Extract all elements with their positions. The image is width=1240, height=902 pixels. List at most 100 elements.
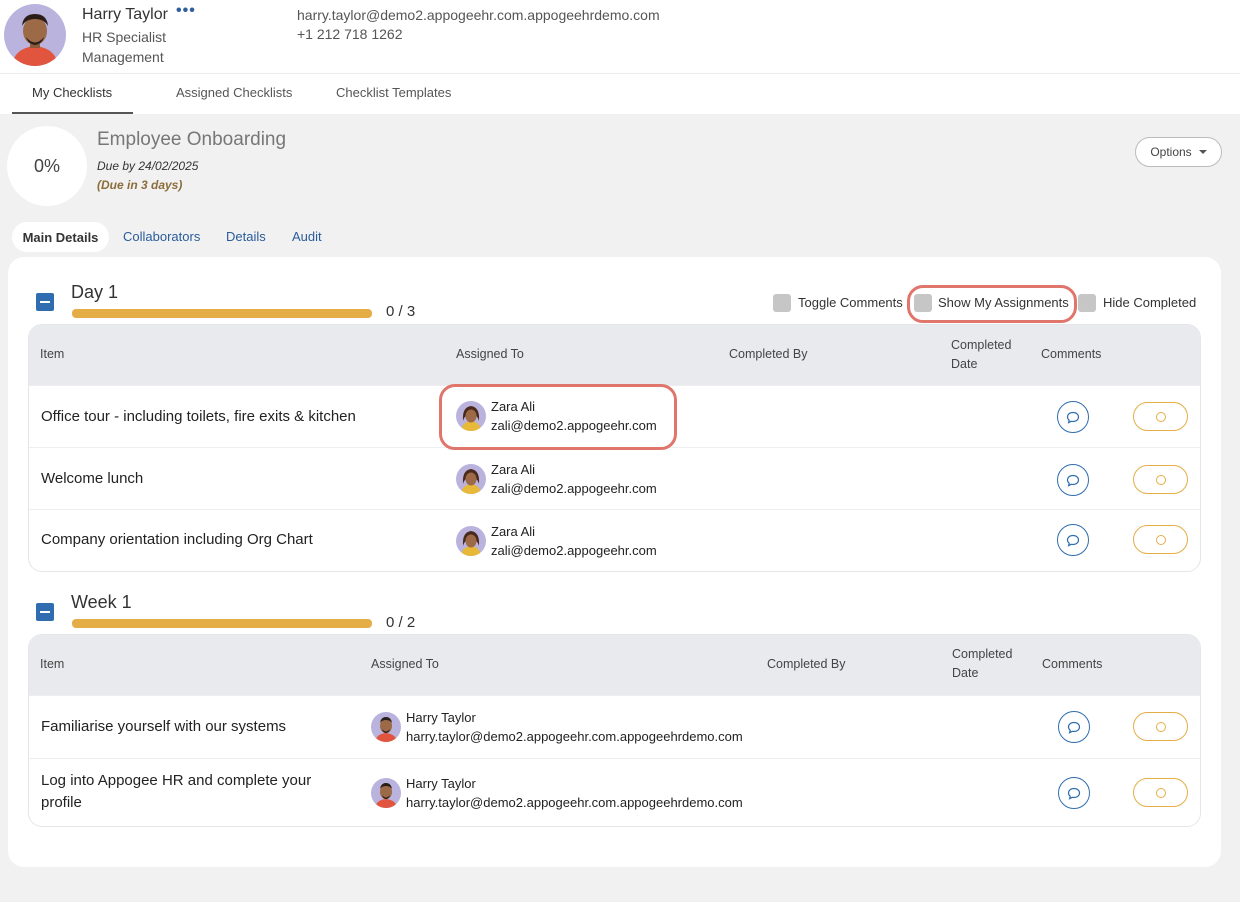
due-in: (Due in 3 days) — [97, 178, 183, 192]
avatar — [456, 401, 486, 431]
header-item: Item — [40, 347, 65, 361]
subtab-audit[interactable]: Audit — [292, 229, 322, 244]
section-count: 0 / 3 — [386, 303, 416, 320]
circle-icon — [1155, 474, 1166, 485]
checklist-title: Employee Onboarding — [97, 129, 287, 150]
assignee: Zara Ali zali@demo2.appogeehr.com — [456, 522, 657, 560]
comment-button[interactable] — [1057, 401, 1089, 433]
toggle-comments-label: Toggle Comments — [798, 295, 903, 310]
table-row: Welcome lunch Zara Ali zali@demo2.appogee… — [29, 447, 1200, 509]
header-assigned-to: Assigned To — [371, 657, 439, 671]
header-completed-by: Completed By — [729, 347, 808, 361]
comment-icon — [1066, 474, 1080, 487]
assignee: Zara Ali zali@demo2.appogeehr.com — [456, 397, 657, 435]
complete-toggle-button[interactable] — [1133, 465, 1188, 494]
avatar — [456, 464, 486, 494]
subtab-details[interactable]: Details — [226, 229, 266, 244]
table-row: Familiarise yourself with our systems Ha… — [29, 695, 1200, 758]
comment-button[interactable] — [1058, 777, 1090, 809]
tab-my-checklists[interactable]: My Checklists — [32, 85, 112, 100]
assignee-name: Zara Ali — [491, 524, 536, 539]
toggle-comments-checkbox[interactable] — [773, 294, 791, 312]
table-header: Item Assigned To Completed By Completed … — [29, 325, 1200, 385]
assignee-email: harry.taylor@demo2.appogeehr.com.appogee… — [406, 795, 743, 810]
collapse-icon[interactable] — [36, 293, 54, 311]
assignee-email: zali@demo2.appogeehr.com — [491, 481, 657, 496]
user-department: Management — [82, 49, 164, 65]
avatar — [456, 526, 486, 556]
header-comments: Comments — [1042, 657, 1103, 671]
checklist-table: Item Assigned To Completed By Completed … — [28, 634, 1201, 827]
header-completed-date: Completed Date — [951, 338, 1012, 371]
header-item: Item — [40, 657, 65, 671]
comment-button[interactable] — [1057, 524, 1089, 556]
user-role: HR Specialist — [82, 29, 167, 45]
assignee: Harry Taylor harry.taylor@demo2.appogeehr… — [371, 708, 743, 746]
subtab-main-details[interactable]: Main Details — [12, 222, 109, 252]
assignee-email: zali@demo2.appogeehr.com — [491, 418, 657, 433]
section-progress-bar — [72, 619, 372, 628]
item-text: Company orientation including Org Chart — [41, 531, 313, 548]
item-text: Welcome lunch — [41, 470, 144, 487]
assignee-email: zali@demo2.appogeehr.com — [491, 543, 657, 558]
avatar — [4, 4, 66, 66]
table-row: Office tour - including toilets, fire ex… — [29, 385, 1200, 447]
hide-completed-checkbox[interactable] — [1078, 294, 1096, 312]
divider — [0, 73, 1240, 74]
due-date: Due by 24/02/2025 — [97, 159, 199, 173]
section-title: Day 1 — [71, 282, 119, 302]
item-text: Office tour - including toilets, fire ex… — [41, 408, 356, 425]
circle-icon — [1155, 411, 1166, 422]
section-count: 0 / 2 — [386, 614, 416, 631]
header-completed-date: Completed Date — [952, 647, 1013, 680]
user-email: harry.taylor@demo2.appogeehr.com.appogee… — [297, 7, 660, 23]
table-row: Company orientation including Org Chart … — [29, 509, 1200, 571]
complete-toggle-button[interactable] — [1133, 778, 1188, 807]
tab-checklist-templates[interactable]: Checklist Templates — [336, 85, 451, 100]
section-title: Week 1 — [71, 592, 132, 612]
user-header: Harry Taylor ••• HR Specialist Managemen… — [0, 0, 1240, 114]
complete-toggle-button[interactable] — [1133, 525, 1188, 554]
user-name: Harry Taylor — [82, 6, 168, 23]
item-text: Familiarise yourself with our systems — [41, 718, 287, 735]
more-icon[interactable]: ••• — [176, 2, 196, 20]
collapse-icon[interactable] — [36, 603, 54, 621]
show-my-assignments-label: Show My Assignments — [938, 295, 1069, 310]
options-label: Options — [1150, 145, 1192, 159]
assignee-email: harry.taylor@demo2.appogeehr.com.appogee… — [406, 729, 743, 744]
assignee-name: Harry Taylor — [406, 776, 476, 791]
comment-icon — [1066, 411, 1080, 424]
table-row: Log into Appogee HR and complete your pr… — [29, 758, 1200, 826]
circle-icon — [1155, 721, 1166, 732]
user-phone: +1 212 718 1262 — [297, 26, 403, 42]
assignee-name: Harry Taylor — [406, 710, 476, 725]
comment-button[interactable] — [1057, 464, 1089, 496]
assignee-name: Zara Ali — [491, 399, 536, 414]
comment-button[interactable] — [1058, 711, 1090, 743]
avatar — [371, 712, 401, 742]
assignee-name: Zara Ali — [491, 462, 536, 477]
checklist-table: Item Assigned To Completed By Completed … — [28, 324, 1201, 572]
caret-down-icon — [1198, 150, 1207, 154]
item-text: Log into Appogee HR and complete your pr… — [41, 772, 312, 811]
comment-icon — [1066, 534, 1080, 547]
hide-completed-label: Hide Completed — [1103, 295, 1197, 310]
section-progress-bar — [72, 309, 372, 318]
active-tab-indicator — [12, 112, 133, 114]
header-comments: Comments — [1041, 347, 1102, 361]
assignee: Harry Taylor harry.taylor@demo2.appogeehr… — [371, 774, 743, 812]
complete-toggle-button[interactable] — [1133, 402, 1188, 431]
complete-toggle-button[interactable] — [1133, 712, 1188, 741]
comment-icon — [1067, 787, 1081, 800]
options-button[interactable]: Options — [1135, 137, 1222, 167]
assignee: Zara Ali zali@demo2.appogeehr.com — [456, 460, 657, 498]
avatar — [371, 778, 401, 808]
show-my-assignments-checkbox[interactable] — [914, 294, 932, 312]
circle-icon — [1155, 787, 1166, 798]
header-assigned-to: Assigned To — [456, 347, 524, 361]
circle-icon — [1155, 534, 1166, 545]
subtab-collaborators[interactable]: Collaborators — [123, 229, 200, 244]
tab-assigned-checklists[interactable]: Assigned Checklists — [176, 85, 292, 100]
table-header: Item Assigned To Completed By Completed … — [29, 635, 1200, 695]
progress-percent: 0% — [7, 126, 87, 206]
